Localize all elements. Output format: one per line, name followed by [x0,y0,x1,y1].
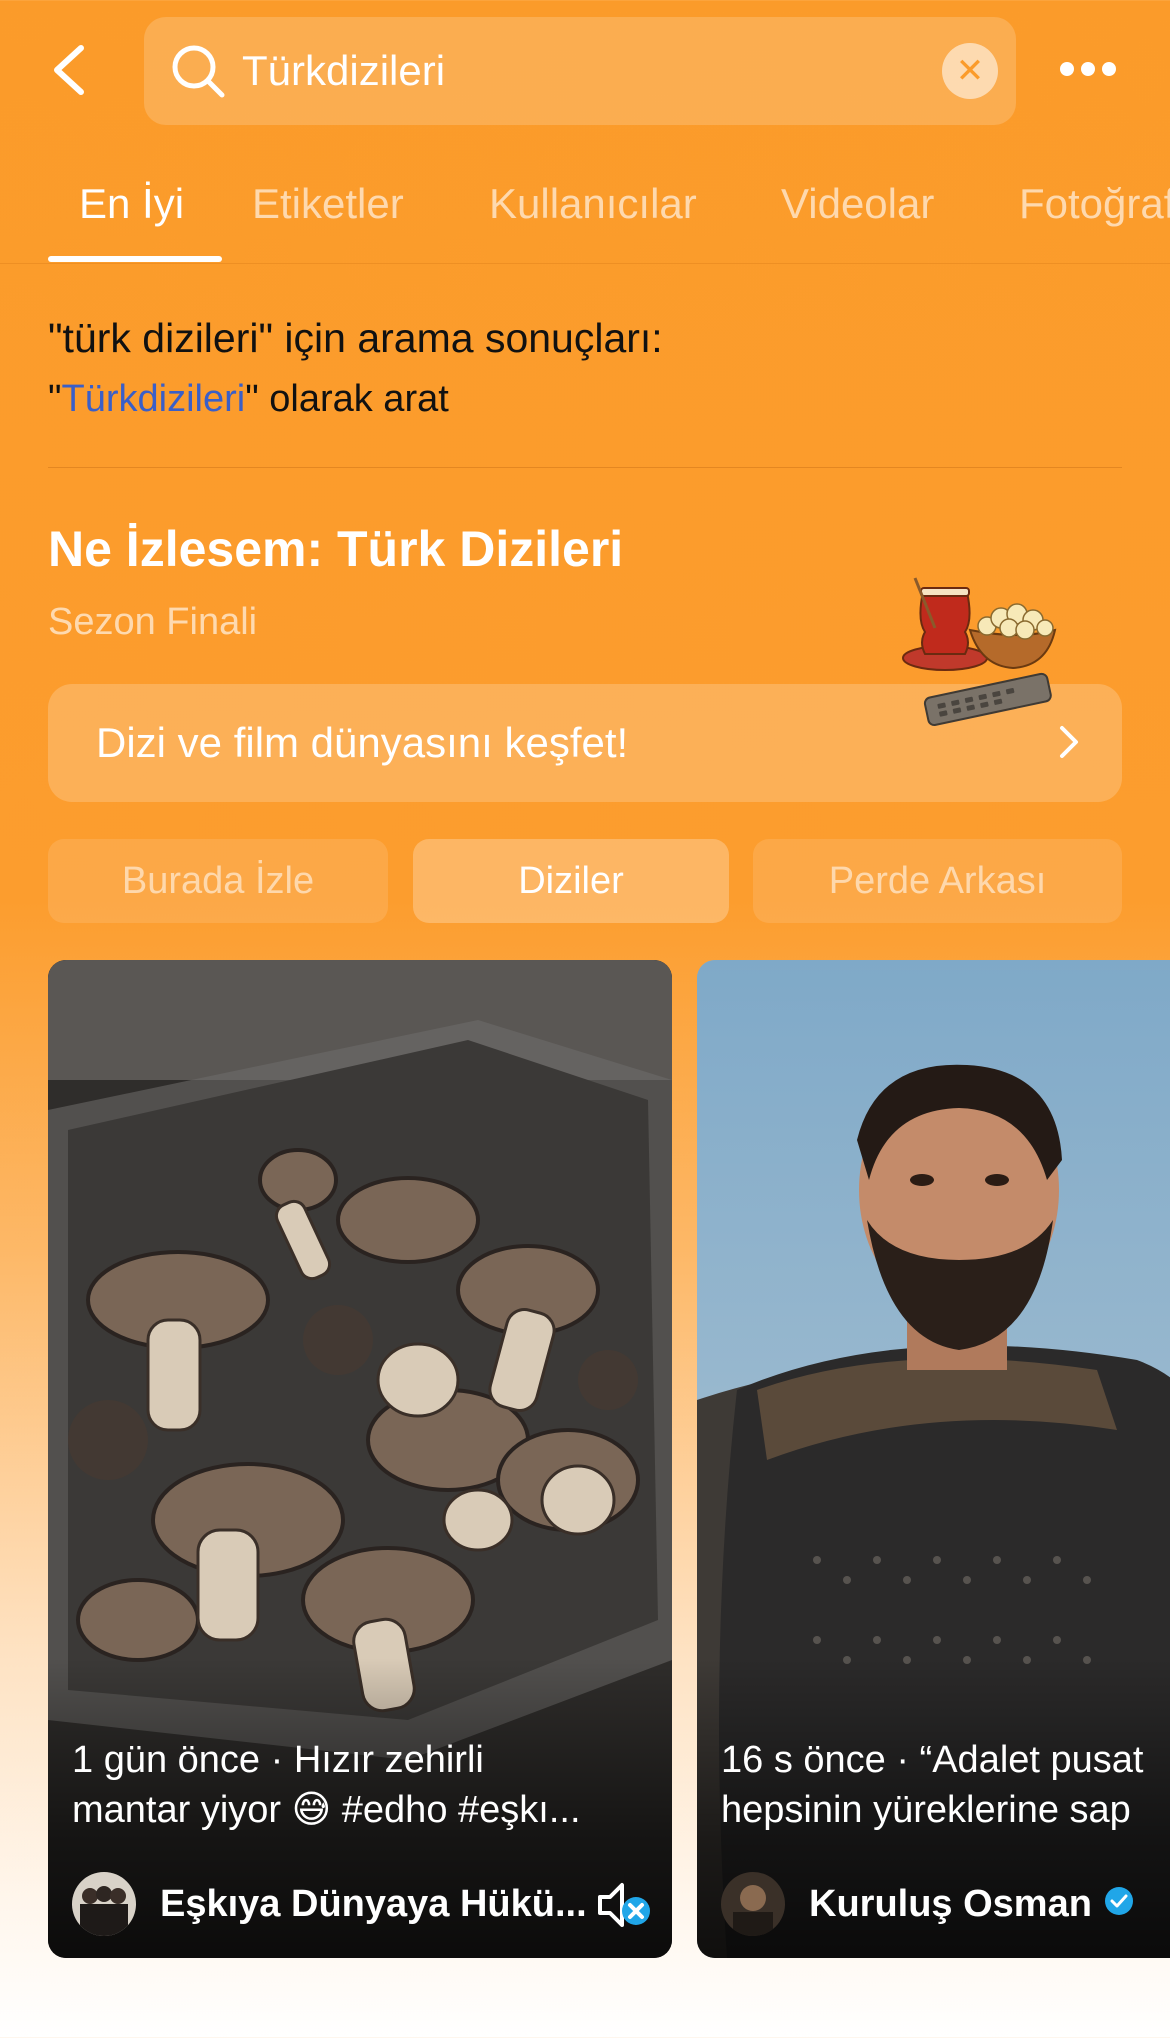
top-bar: Türkdizileri ✕ [0,0,1170,145]
tab-en-iyi[interactable]: En İyi [79,178,184,230]
avatar [72,1872,136,1936]
result-tabs: En İyi Etiketler Kullanıcılar Videolar F… [0,160,1170,264]
search-icon [168,41,228,101]
more-options-icon[interactable] [1058,50,1118,90]
author-name-text: Kuruluş Osman [809,1882,1092,1925]
collection-subtitle: Sezon Finali [48,601,258,643]
author-name: Eşkıya Dünyaya Hükü... [160,1882,587,1925]
tab-videolar[interactable]: Videolar [781,178,934,230]
explore-banner-label: Dizi ve film dünyasını keşfet! [96,719,629,766]
caption-line-1: 16 s önce · “Adalet pusat [721,1739,1144,1781]
video-card-2[interactable]: 16 s önce · “Adalet pusat hepsinin yürek… [697,960,1170,1958]
caption-line-2: hepsinin yüreklerine sap [721,1789,1131,1831]
caption-line-2: mantar yiyor 😅 #edho #eşkı... [72,1789,581,1831]
search-instead-suffix: " olarak arat [245,378,449,420]
search-bar[interactable]: Türkdizileri ✕ [144,17,1016,125]
quote-open: " [48,378,62,420]
author-row[interactable]: Eşkıya Dünyaya Hükü... [72,1872,587,1936]
search-instead-link[interactable]: Türkdizileri [62,378,246,420]
active-tab-indicator [48,256,222,262]
tab-fotograflar[interactable]: Fotoğraflar [1019,178,1170,230]
avatar [721,1872,785,1936]
search-results-heading: "türk dizileri" için arama sonuçları: [48,315,663,361]
tab-kullanicilar[interactable]: Kullanıcılar [489,178,697,230]
video-card-1[interactable]: 1 gün önce · Hızır zehirli mantar yiyor … [48,960,672,1958]
search-instead-line: "Türkdizileri" olarak arat [48,374,449,424]
back-arrow-icon[interactable] [45,40,95,100]
collection-title: Ne İzlesem: Türk Dizileri [48,521,624,577]
author-name: Kuruluş Osman [809,1883,1134,1926]
author-row[interactable]: Kuruluş Osman [721,1872,1134,1936]
filter-diziler[interactable]: Diziler [413,839,729,923]
filter-burada-izle[interactable]: Burada İzle [48,839,388,923]
caption-line-1: 1 gün önce · Hızır zehirli [72,1739,484,1781]
video-caption: 1 gün önce · Hızır zehirli mantar yiyor … [72,1735,672,1835]
muted-speaker-icon[interactable] [592,1875,652,1935]
tab-etiketler[interactable]: Etiketler [252,178,404,230]
tea-popcorn-remote-illustration [895,570,1070,735]
filter-perde-arkasi[interactable]: Perde Arkası [753,839,1122,923]
verified-badge-icon [1104,1886,1133,1915]
divider [48,467,1122,468]
search-input[interactable]: Türkdizileri [242,43,445,99]
clear-search-icon[interactable]: ✕ [942,43,998,99]
video-caption: 16 s önce · “Adalet pusat hepsinin yürek… [721,1735,1170,1835]
